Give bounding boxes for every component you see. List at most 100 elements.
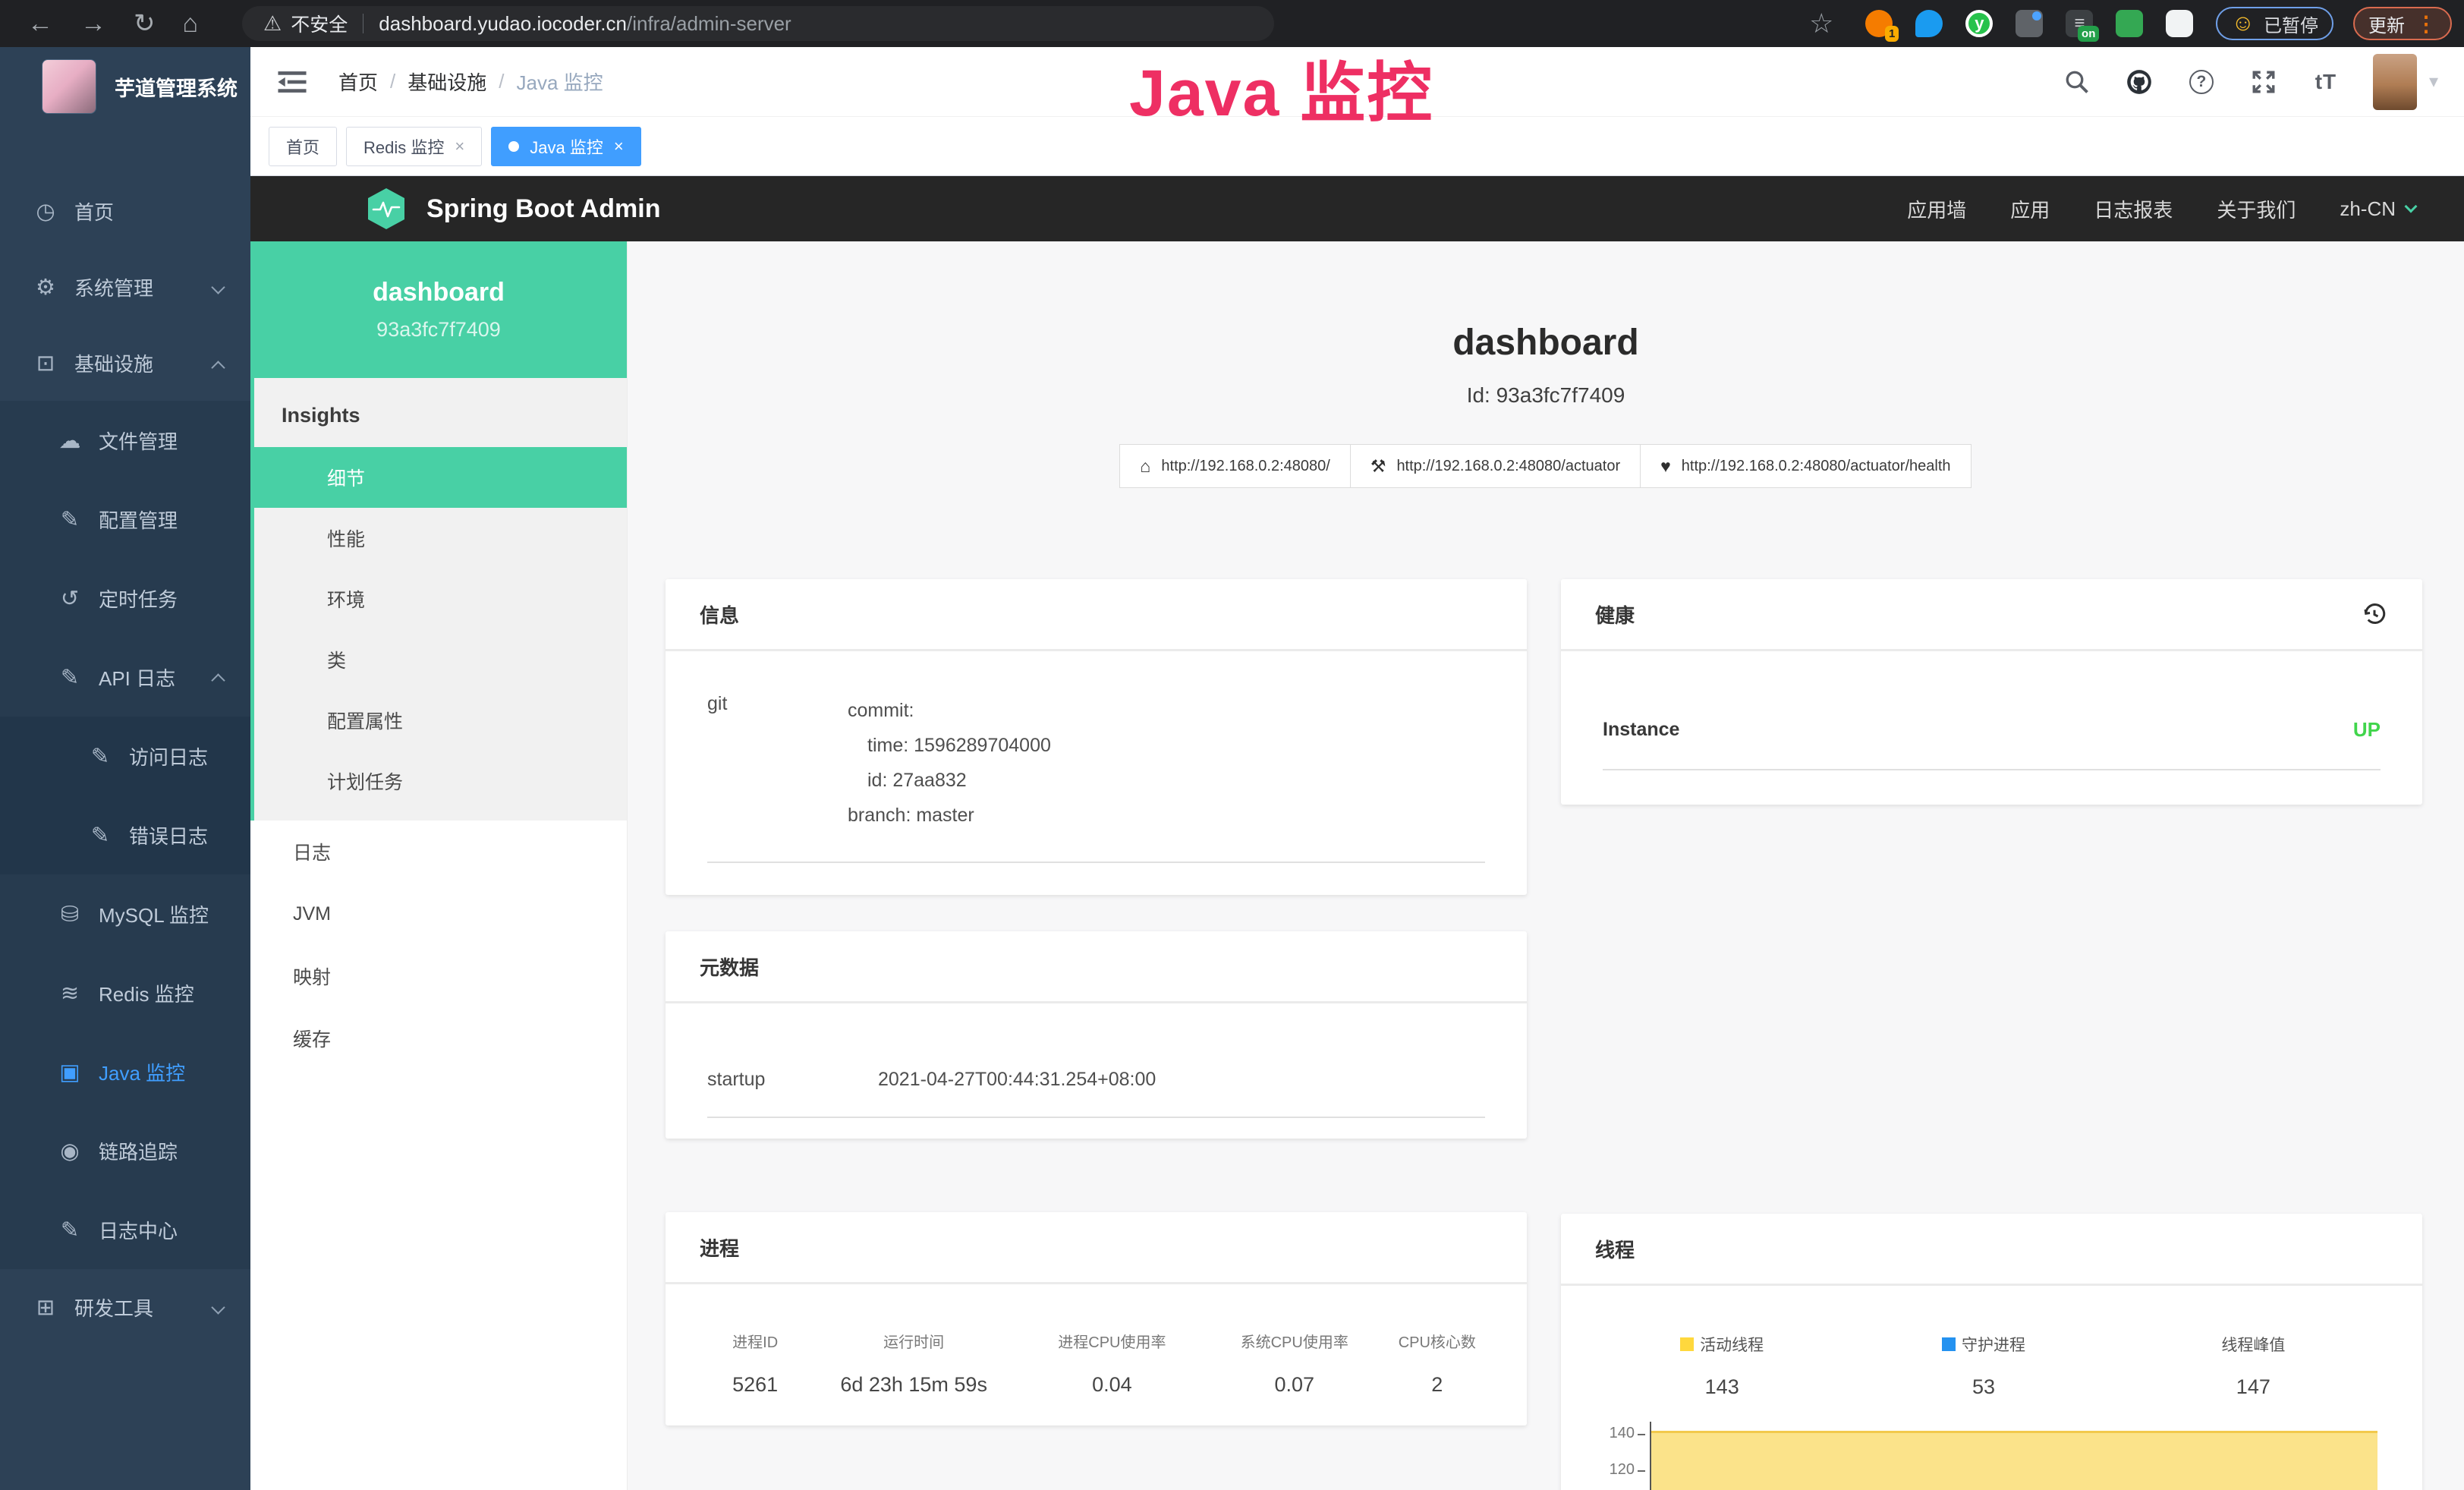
search-icon[interactable]	[2062, 67, 2092, 97]
sba-locale-select[interactable]: zh-CN	[2340, 197, 2415, 221]
chevron-down-icon	[2405, 200, 2418, 213]
sba-brand[interactable]: Spring Boot Admin	[426, 194, 660, 224]
process-col-value: 2	[1382, 1373, 1493, 1397]
sidebar-item-error-logs[interactable]: ✎ 错误日志	[0, 795, 250, 874]
url-host[interactable]: dashboard.yudao.iocoder.cn	[379, 12, 627, 36]
extensions-puzzle-icon[interactable]	[2166, 10, 2193, 37]
tab-home[interactable]: 首页	[269, 127, 337, 166]
sidebar-item-scheduled-jobs[interactable]: ↺ 定时任务	[0, 559, 250, 638]
github-icon[interactable]	[2124, 67, 2154, 97]
heartbeat-icon: ♥	[1660, 456, 1671, 477]
sidebar-item-config[interactable]: ✎ 配置管理	[0, 480, 250, 559]
browser-toolbar: ← → ↻ ⌂ ⚠ 不安全 dashboard.yudao.iocoder.cn…	[0, 0, 2464, 47]
sba-nav-journal[interactable]: 日志报表	[2094, 195, 2173, 223]
infra-icon: ⊡	[30, 350, 61, 376]
process-col-header: 进程ID	[700, 1330, 810, 1352]
extension-icon-switch[interactable]: ≡ on	[2066, 10, 2093, 37]
breadcrumb-home[interactable]: 首页	[338, 68, 378, 96]
sidebar-item-log-center[interactable]: ✎ 日志中心	[0, 1190, 250, 1269]
service-url-button[interactable]: ⌂ http://192.168.0.2:48080/	[1119, 444, 1350, 488]
bookmark-star-icon[interactable]: ☆	[1809, 8, 1833, 39]
avatar-caret-icon[interactable]: ▾	[2429, 71, 2438, 93]
reload-icon[interactable]: ↻	[134, 11, 156, 36]
extension-icon-pin[interactable]	[1915, 10, 1943, 37]
log-icon: ✎	[85, 822, 115, 849]
not-secure-label[interactable]: 不安全	[291, 10, 348, 37]
actuator-url: http://192.168.0.2:48080/actuator	[1396, 458, 1620, 475]
close-icon[interactable]: ×	[455, 137, 464, 156]
close-icon[interactable]: ×	[614, 137, 624, 156]
git-time-line: time: 1596289704000	[848, 728, 1051, 763]
health-row-label: Instance	[1603, 719, 1679, 741]
view-item-jvm[interactable]: JVM	[250, 883, 627, 945]
sba-nav-wallboard[interactable]: 应用墙	[1907, 195, 1966, 223]
tab-redis-monitor[interactable]: Redis 监控 ×	[346, 127, 482, 166]
sidebar-item-files[interactable]: ☁ 文件管理	[0, 401, 250, 480]
address-bar[interactable]: ⚠ 不安全 dashboard.yudao.iocoder.cn /infra/…	[242, 6, 1274, 41]
instance-links: ⌂ http://192.168.0.2:48080/ ⚒ http://192…	[628, 444, 2464, 488]
sidebar-item-java-monitor[interactable]: ▣ Java 监控	[0, 1032, 250, 1111]
font-size-icon[interactable]: tT	[2311, 67, 2341, 97]
view-item-mappings[interactable]: 映射	[250, 945, 627, 1007]
process-col-value: 0.07	[1207, 1373, 1382, 1397]
sidebar-item-dev-tools[interactable]: ⊞ 研发工具	[0, 1269, 250, 1345]
insights-item-classes[interactable]: 类	[254, 629, 627, 690]
extension-icon-green[interactable]	[2116, 10, 2143, 37]
header-actions: ? tT ▾	[2062, 54, 2464, 110]
sidebar-item-label: 访问日志	[129, 742, 208, 770]
sidebar-item-infra[interactable]: ⊡ 基础设施	[0, 325, 250, 401]
left-column: 信息 git commit: time: 1596289704000 id: 2…	[666, 579, 1527, 1490]
git-id-line: id: 27aa832	[848, 763, 1051, 798]
legend-swatch-live	[1680, 1337, 1694, 1351]
info-card-body: git commit: time: 1596289704000 id: 27aa…	[666, 651, 1527, 895]
info-card: 信息 git commit: time: 1596289704000 id: 2…	[666, 579, 1527, 895]
row-divider	[1603, 769, 2381, 770]
gauge-icon: ◷	[30, 198, 61, 225]
url-path[interactable]: /infra/admin-server	[627, 12, 791, 36]
profile-paused-chip[interactable]: ☺ 已暂停	[2216, 7, 2333, 40]
home-icon[interactable]: ⌂	[183, 11, 199, 36]
fullscreen-icon[interactable]	[2248, 67, 2279, 97]
health-url-button[interactable]: ♥ http://192.168.0.2:48080/actuator/heal…	[1640, 444, 1971, 488]
sidebar-item-home[interactable]: ◷ 首页	[0, 173, 250, 249]
browser-update-button[interactable]: 更新 ⋮	[2353, 7, 2452, 40]
instance-header: dashboard 93a3fc7f7409	[250, 241, 627, 378]
extension-icon-grid[interactable]	[2016, 10, 2043, 37]
view-item-caches[interactable]: 缓存	[250, 1007, 627, 1069]
actuator-url-button[interactable]: ⚒ http://192.168.0.2:48080/actuator	[1350, 444, 1641, 488]
sidebar-item-label: 错误日志	[129, 821, 208, 849]
sidebar-item-access-logs[interactable]: ✎ 访问日志	[0, 717, 250, 795]
tab-java-monitor[interactable]: Java 监控 ×	[491, 127, 640, 166]
extension-icon-orange[interactable]: 1	[1865, 10, 1893, 37]
legend-swatch-daemon	[1942, 1337, 1956, 1351]
sidebar-item-tracing[interactable]: ◉ 链路追踪	[0, 1111, 250, 1190]
insights-item-metrics[interactable]: 性能	[254, 508, 627, 569]
insights-item-scheduled-tasks[interactable]: 计划任务	[254, 751, 627, 811]
health-history-icon[interactable]	[2361, 600, 2388, 628]
view-item-logs[interactable]: 日志	[250, 821, 627, 883]
insights-item-config-props[interactable]: 配置属性	[254, 690, 627, 751]
git-commit-line: commit:	[848, 693, 1051, 728]
sidebar-item-mysql-monitor[interactable]: ⛁ MySQL 监控	[0, 874, 250, 953]
insights-item-environment[interactable]: 环境	[254, 569, 627, 629]
user-avatar[interactable]	[2373, 54, 2417, 110]
back-icon[interactable]: ←	[27, 11, 53, 36]
breadcrumb-infra[interactable]: 基础设施	[408, 68, 486, 96]
sba-nav-applications[interactable]: 应用	[2010, 195, 2050, 223]
sidebar-item-redis-monitor[interactable]: ≋ Redis 监控	[0, 953, 250, 1032]
sidebar-item-api-logs[interactable]: ✎ API 日志	[0, 638, 250, 717]
browser-menu-icon[interactable]: ⋮	[2415, 11, 2437, 36]
sba-nav-about[interactable]: 关于我们	[2217, 195, 2296, 223]
metadata-row-value: 2021-04-27T00:44:31.254+08:00	[878, 1069, 1156, 1091]
help-icon[interactable]: ?	[2186, 67, 2217, 97]
process-col-value: 0.04	[1017, 1373, 1207, 1397]
extension-icon-y[interactable]: y	[1965, 10, 1993, 37]
instance-main: dashboard Id: 93a3fc7f7409 ⌂ http://192.…	[628, 241, 2464, 1490]
sidebar-item-label: 配置管理	[99, 506, 178, 534]
legend-value-peak: 147	[2119, 1375, 2388, 1399]
instance-name: dashboard	[373, 278, 505, 307]
insights-item-details[interactable]: 细节	[250, 447, 627, 508]
hamburger-icon[interactable]	[278, 69, 307, 95]
sidebar-item-system[interactable]: ⚙ 系统管理	[0, 249, 250, 325]
forward-icon[interactable]: →	[80, 11, 106, 36]
